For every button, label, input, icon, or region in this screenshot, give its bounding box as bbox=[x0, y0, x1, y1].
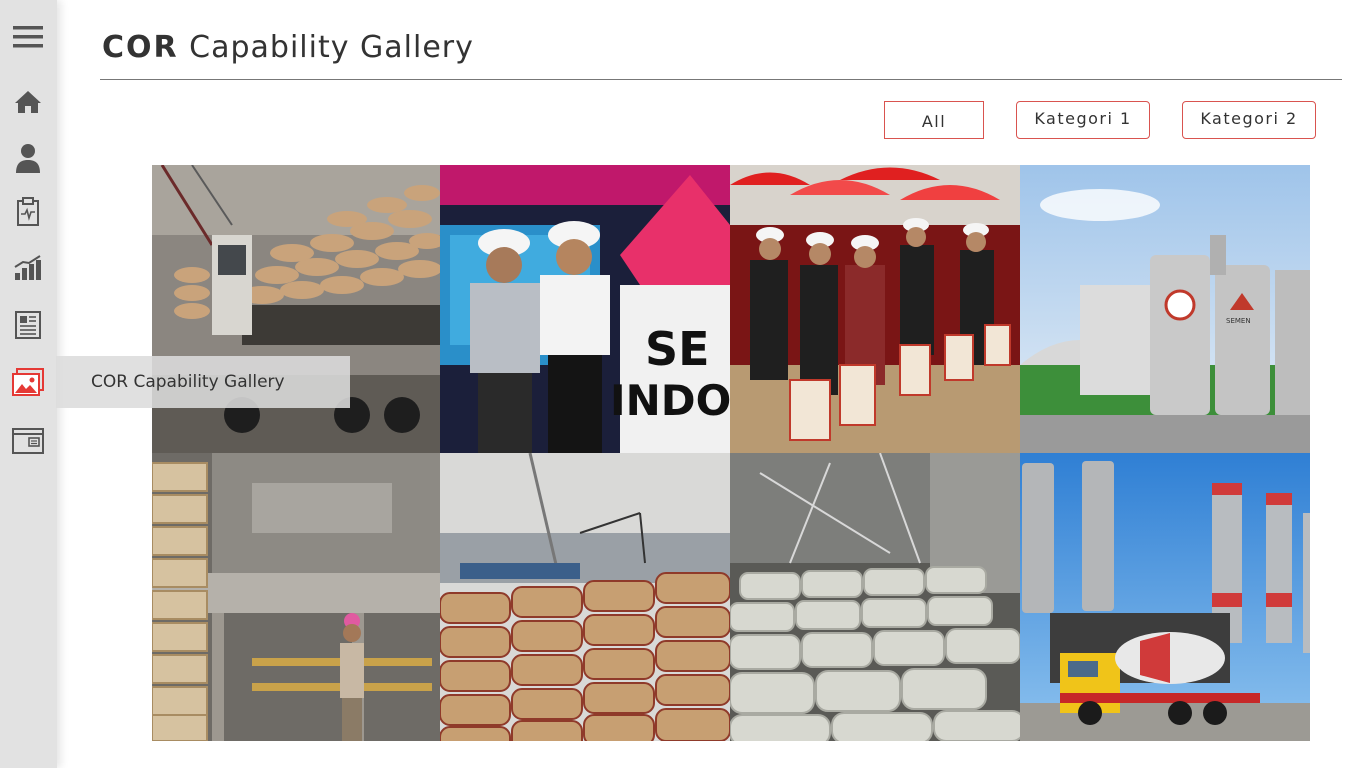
cement-silos-plant-photo[interactable]: SEMEN bbox=[1020, 165, 1310, 453]
page-title: COR Capability Gallery bbox=[102, 30, 474, 65]
svg-text:SEMEN: SEMEN bbox=[1226, 317, 1251, 325]
svg-text:INDO: INDO bbox=[610, 376, 730, 425]
page-title-rest: Capability Gallery bbox=[178, 30, 474, 65]
bar-chart-icon[interactable] bbox=[10, 250, 46, 286]
sidebar bbox=[0, 0, 57, 768]
filter-all-button[interactable]: All bbox=[884, 101, 984, 139]
window-icon[interactable] bbox=[10, 423, 46, 459]
semen-gresik-mixer-truck-photo[interactable] bbox=[1020, 453, 1310, 741]
filter-kategori-2-button[interactable]: Kategori 2 bbox=[1182, 101, 1316, 139]
title-divider bbox=[100, 79, 1342, 80]
clipboard-icon[interactable] bbox=[10, 194, 46, 230]
groundbreaking-ceremony-photo[interactable] bbox=[730, 165, 1020, 453]
stacked-cement-bags-photo[interactable] bbox=[730, 453, 1020, 741]
filter-kategori-1-button[interactable]: Kategori 1 bbox=[1016, 101, 1150, 139]
user-icon[interactable] bbox=[10, 140, 46, 176]
home-icon[interactable] bbox=[10, 84, 46, 120]
officials-hardhats-photo[interactable]: SE INDO bbox=[440, 165, 730, 453]
cement-sacks-port-photo[interactable] bbox=[440, 453, 730, 741]
svg-text:SE: SE bbox=[645, 322, 710, 376]
gallery-icon[interactable] bbox=[10, 364, 46, 400]
newspaper-icon[interactable] bbox=[10, 307, 46, 343]
sidebar-tooltip: COR Capability Gallery bbox=[56, 356, 350, 408]
page-title-bold: COR bbox=[102, 30, 179, 65]
gallery-grid: SE INDO SEMEN bbox=[152, 165, 1310, 741]
cement-warehouse-worker-photo[interactable] bbox=[152, 453, 440, 741]
cement-truck-photo[interactable] bbox=[152, 165, 440, 453]
hamburger-menu-icon[interactable] bbox=[10, 19, 46, 55]
